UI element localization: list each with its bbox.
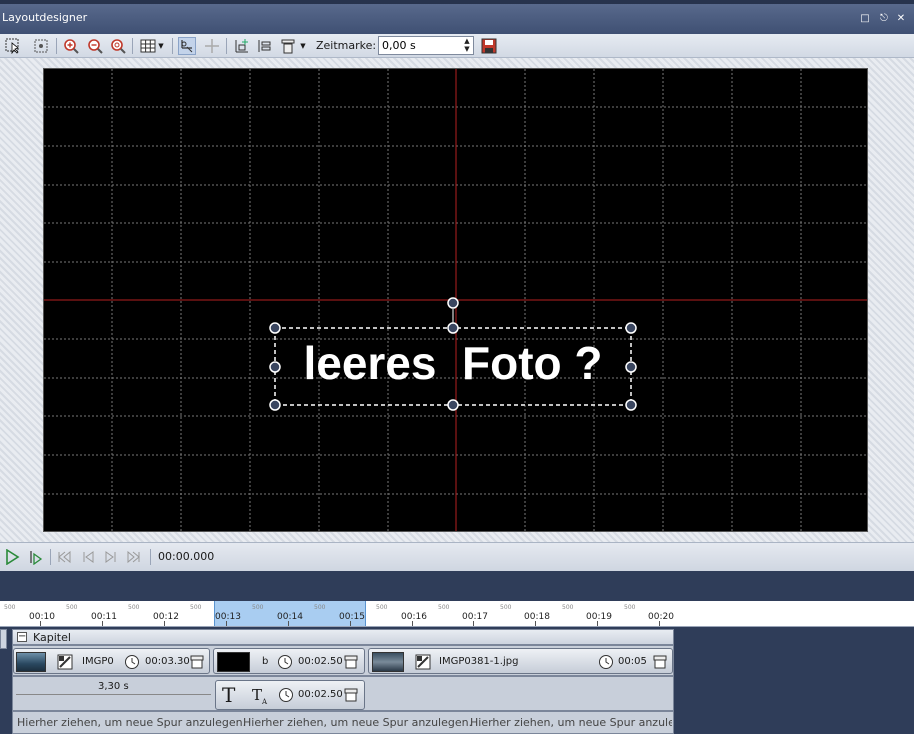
go-to-end-icon[interactable]	[126, 549, 142, 565]
ruler-sublabel: 500	[190, 604, 202, 611]
ruler-label: 00:13	[215, 612, 241, 622]
pin-icon[interactable]: ⎋	[878, 13, 890, 25]
ruler-label: 00:19	[586, 612, 612, 622]
ruler-sublabel: 500	[376, 604, 388, 611]
ruler-label: 00:18	[524, 612, 550, 622]
drop-hint: Hierher ziehen, um neue Spur anzulege...	[470, 716, 672, 729]
image-type-icon	[415, 654, 431, 670]
text-clip[interactable]: T TA 00:02.50	[215, 680, 365, 710]
save-icon[interactable]	[480, 37, 498, 55]
zeitmarke-label: Zeitmarke:	[316, 39, 377, 52]
layout-stage[interactable]: leeres Foto ?	[43, 68, 868, 532]
ruler-label: 00:11	[91, 612, 117, 622]
clip-properties-icon[interactable]	[343, 687, 359, 703]
timeline-ruler[interactable]: 500 00:10 500 00:11 500 00:12 500 00:13 …	[0, 601, 914, 627]
ruler-sublabel: 500	[314, 604, 326, 611]
clip-name: IMGP0381-1.jpg	[439, 656, 519, 667]
ruler-label: 00:14	[277, 612, 303, 622]
clip-thumbnail	[217, 652, 250, 672]
layout-toolbar: ▼ ▼ Zeitmarke: ▲▼	[0, 34, 914, 58]
grid-dropdown-icon[interactable]: ▼	[156, 37, 166, 55]
timeline-clip[interactable]: b 00:02.50	[213, 648, 365, 674]
play-from-cursor-icon[interactable]	[28, 549, 44, 566]
ruler-label: 00:16	[401, 612, 427, 622]
zoom-in-icon[interactable]	[62, 37, 80, 55]
timeline-clip[interactable]: IMGP0 00:03.30	[13, 648, 210, 674]
duration-clock-icon	[124, 654, 140, 670]
ruler-sublabel: 500	[4, 604, 16, 611]
duration-clock-icon	[598, 654, 614, 670]
align-dropdown-icon[interactable]: ▼	[298, 37, 308, 55]
zoom-out-icon[interactable]	[86, 37, 104, 55]
clip-duration: 00:03.30	[145, 656, 190, 667]
float-window-icon[interactable]: □	[859, 13, 871, 25]
stage-grid	[44, 69, 867, 531]
select-tool-icon[interactable]	[4, 37, 22, 55]
duration-clock-icon	[278, 687, 294, 703]
previous-icon[interactable]	[80, 549, 96, 565]
window-title: Layoutdesigner	[2, 11, 88, 24]
clip-name: IMGP0	[82, 656, 114, 667]
clip-properties-icon[interactable]	[189, 654, 205, 670]
clip-properties-icon[interactable]	[343, 654, 359, 670]
stage-text-object[interactable]: leeres Foto ?	[277, 335, 629, 391]
zeitmarke-input[interactable]	[378, 36, 474, 55]
ruler-label: 00:20	[648, 612, 674, 622]
ruler-sublabel: 500	[624, 604, 636, 611]
move-disabled-icon[interactable]	[203, 37, 221, 55]
ruler-sublabel: 500	[66, 604, 78, 611]
go-to-start-icon[interactable]	[56, 549, 72, 565]
zeitmarke-spinner[interactable]: ▲ ▼	[461, 37, 473, 54]
ruler-sublabel: 500	[252, 604, 264, 611]
snap-icon[interactable]	[178, 37, 196, 55]
next-icon[interactable]	[103, 549, 119, 565]
ruler-sublabel: 500	[438, 604, 450, 611]
ruler-sublabel: 500	[562, 604, 574, 611]
text-type-icon: T	[222, 683, 236, 707]
playback-bar: 00:00.000	[0, 542, 914, 571]
clip-thumbnail	[372, 652, 404, 672]
ruler-sublabel: 500	[500, 604, 512, 611]
range-duration-line	[16, 694, 211, 695]
close-icon[interactable]: ✕	[895, 13, 907, 25]
clip-name: b	[262, 656, 269, 667]
drop-hint: Hierher ziehen, um neue Spur anzulegen.	[17, 716, 247, 729]
object-list-icon[interactable]	[256, 37, 274, 55]
zoom-fit-icon[interactable]	[109, 37, 127, 55]
clip-thumbnail	[16, 652, 46, 672]
chapter-label: Kapitel	[33, 631, 71, 644]
text-clip-duration: 00:02.50	[298, 689, 343, 700]
ruler-label: 00:12	[153, 612, 179, 622]
ruler-label: 00:10	[29, 612, 55, 622]
text-effect-icon: TA	[252, 686, 268, 706]
ruler-label: 00:15	[339, 612, 365, 622]
clip-duration: 00:02.50	[298, 656, 343, 667]
chapter-header[interactable]: − Kapitel	[12, 629, 674, 645]
timeline-clip[interactable]: IMGP0381-1.jpg 00:05	[368, 648, 673, 674]
multi-select-icon[interactable]	[32, 37, 50, 55]
image-type-icon	[57, 654, 73, 670]
ruler-sublabel: 500	[128, 604, 140, 611]
align-icon[interactable]	[279, 37, 297, 55]
ruler-label: 00:17	[462, 612, 488, 622]
grid-icon[interactable]	[139, 37, 157, 55]
playback-timecode: 00:00.000	[158, 550, 215, 563]
clip-duration: 00:05	[618, 656, 647, 667]
timeline-left-handle[interactable]	[0, 629, 7, 649]
clip-properties-icon[interactable]	[652, 654, 668, 670]
drop-hint: Hierher ziehen, um neue Spur anzulegen.	[243, 716, 473, 729]
duration-clock-icon	[277, 654, 293, 670]
play-icon[interactable]	[4, 548, 20, 566]
range-duration: 3,30 s	[98, 681, 129, 692]
add-object-icon[interactable]	[233, 37, 251, 55]
window-titlebar: Layoutdesigner □ ⎋ ✕	[0, 0, 914, 34]
collapse-icon[interactable]: −	[17, 632, 27, 642]
